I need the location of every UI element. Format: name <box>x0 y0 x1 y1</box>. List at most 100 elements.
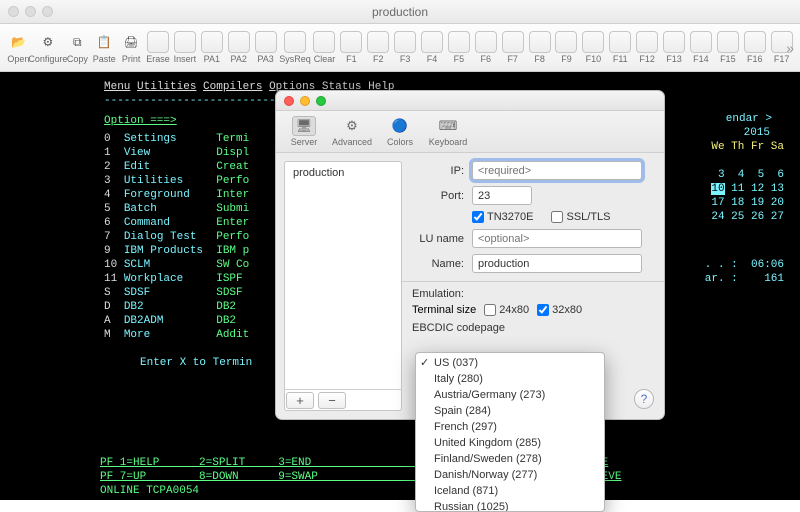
toolbar-pa2-button[interactable]: PA2 <box>226 31 251 64</box>
tn3270e-checkbox[interactable]: TN3270E <box>472 211 533 223</box>
name-input[interactable] <box>472 254 642 273</box>
ip-label: IP: <box>412 165 464 177</box>
close-window-icon[interactable] <box>8 6 19 17</box>
ip-input[interactable] <box>472 161 642 180</box>
codepage-option[interactable]: US (037) <box>416 355 604 371</box>
form-divider <box>402 281 664 282</box>
codepage-option[interactable]: Austria/Germany (273) <box>416 387 604 403</box>
toolbar-configure-button[interactable]: ⚙Configure <box>33 31 63 64</box>
toolbar-f8-button[interactable]: F8 <box>527 31 552 64</box>
lu-label: LU name <box>412 233 464 245</box>
window-title: production <box>372 5 428 19</box>
toolbar-label: F10 <box>586 54 602 64</box>
tab-advanced[interactable]: ⚙Advanced <box>330 116 374 147</box>
toolbar-sysreq-button[interactable]: SysReq <box>280 31 310 64</box>
toolbar-f6-button[interactable]: F6 <box>473 31 498 64</box>
toolbar-f13-button[interactable]: F13 <box>662 31 687 64</box>
toolbar-f5-button[interactable]: F5 <box>446 31 471 64</box>
toolbar-f3-button[interactable]: F3 <box>393 31 418 64</box>
toolbar-f1-button[interactable]: F1 <box>339 31 364 64</box>
size-32x80-checkbox[interactable]: 32x80 <box>537 304 582 316</box>
toolbar-print-button[interactable]: 🖨Print <box>119 31 144 64</box>
add-session-button[interactable]: + <box>286 392 314 409</box>
tab-server[interactable]: 🖥Server <box>282 116 326 147</box>
menu-utilities[interactable]: Utilities <box>137 81 196 93</box>
erase-icon <box>147 31 169 53</box>
toolbar-label: F1 <box>346 54 357 64</box>
codepage-dropdown[interactable]: US (037)Italy (280)Austria/Germany (273)… <box>415 352 605 512</box>
help-button[interactable]: ? <box>634 389 654 409</box>
sysreq-icon <box>284 31 306 53</box>
toolbar-label: F9 <box>561 54 572 64</box>
f13-icon <box>663 31 685 53</box>
toolbar-paste-button[interactable]: 📋Paste <box>92 31 117 64</box>
toolbar-copy-button[interactable]: ⧉Copy <box>65 31 90 64</box>
toolbar-f14-button[interactable]: F14 <box>688 31 713 64</box>
pa3-icon <box>255 31 277 53</box>
toolbar-label: PA3 <box>257 54 273 64</box>
advanced-tab-icon: ⚙ <box>340 116 364 136</box>
codepage-option[interactable]: Iceland (871) <box>416 483 604 499</box>
toolbar-overflow-icon[interactable]: » <box>786 40 794 56</box>
tab-colors[interactable]: 🔵Colors <box>378 116 422 147</box>
f8-icon <box>529 31 551 53</box>
dialog-close-icon[interactable] <box>284 96 294 106</box>
toolbar-label: Insert <box>174 54 197 64</box>
window-controls[interactable] <box>8 6 53 17</box>
dialog-minimize-icon[interactable] <box>300 96 310 106</box>
codepage-option[interactable]: Spain (284) <box>416 403 604 419</box>
toolbar-label: SysReq <box>279 54 311 64</box>
size-24x80-checkbox[interactable]: 24x80 <box>484 304 529 316</box>
codepage-option[interactable]: Finland/Sweden (278) <box>416 451 604 467</box>
name-label: Name: <box>412 258 464 270</box>
print-icon: 🖨 <box>120 31 142 53</box>
toolbar-pa3-button[interactable]: PA3 <box>253 31 278 64</box>
session-list-item[interactable]: production <box>285 162 401 184</box>
minimize-window-icon[interactable] <box>25 6 36 17</box>
codepage-option[interactable]: French (297) <box>416 419 604 435</box>
codepage-option[interactable]: Italy (280) <box>416 371 604 387</box>
f15-icon <box>717 31 739 53</box>
menu-menu[interactable]: Menu <box>104 81 130 93</box>
toolbar-f16-button[interactable]: F16 <box>742 31 767 64</box>
codepage-option[interactable]: United Kingdom (285) <box>416 435 604 451</box>
menu-compilers[interactable]: Compilers <box>203 81 262 93</box>
server-tab-icon: 🖥 <box>292 116 316 136</box>
toolbar-label: Paste <box>93 54 116 64</box>
toolbar-open-button[interactable]: 📂Open <box>6 31 31 64</box>
zoom-window-icon[interactable] <box>42 6 53 17</box>
f1-icon <box>340 31 362 53</box>
dialog-titlebar[interactable] <box>276 91 664 111</box>
f16-icon <box>744 31 766 53</box>
toolbar-f2-button[interactable]: F2 <box>366 31 391 64</box>
toolbar-f7-button[interactable]: F7 <box>500 31 525 64</box>
toolbar-label: F14 <box>693 54 709 64</box>
f5-icon <box>448 31 470 53</box>
toolbar-label: F12 <box>639 54 655 64</box>
toolbar-f11-button[interactable]: F11 <box>608 31 633 64</box>
f10-icon <box>582 31 604 53</box>
toolbar-f9-button[interactable]: F9 <box>554 31 579 64</box>
lu-input[interactable] <box>472 229 642 248</box>
toolbar-erase-button[interactable]: Erase <box>146 31 171 64</box>
toolbar-insert-button[interactable]: Insert <box>172 31 197 64</box>
tab-keyboard[interactable]: ⌨Keyboard <box>426 116 470 147</box>
toolbar-pa1-button[interactable]: PA1 <box>199 31 224 64</box>
open-icon: 📂 <box>7 31 29 53</box>
dialog-zoom-icon[interactable] <box>316 96 326 106</box>
session-list[interactable]: production + − <box>284 161 402 411</box>
calendar-year: 2015 <box>744 126 770 140</box>
ssl-checkbox[interactable]: SSL/TLS <box>551 211 610 223</box>
toolbar-f15-button[interactable]: F15 <box>715 31 740 64</box>
codepage-option[interactable]: Danish/Norway (277) <box>416 467 604 483</box>
toolbar-label: PA2 <box>231 54 247 64</box>
remove-session-button[interactable]: − <box>318 392 346 409</box>
toolbar-f4-button[interactable]: F4 <box>420 31 445 64</box>
status-online: ONLINE TCPA0054 <box>100 484 199 498</box>
toolbar-f12-button[interactable]: F12 <box>635 31 660 64</box>
toolbar-clear-button[interactable]: Clear <box>312 31 337 64</box>
toolbar-f10-button[interactable]: F10 <box>581 31 606 64</box>
clear-icon <box>313 31 335 53</box>
port-input[interactable] <box>472 186 532 205</box>
codepage-option[interactable]: Russian (1025) <box>416 499 604 512</box>
